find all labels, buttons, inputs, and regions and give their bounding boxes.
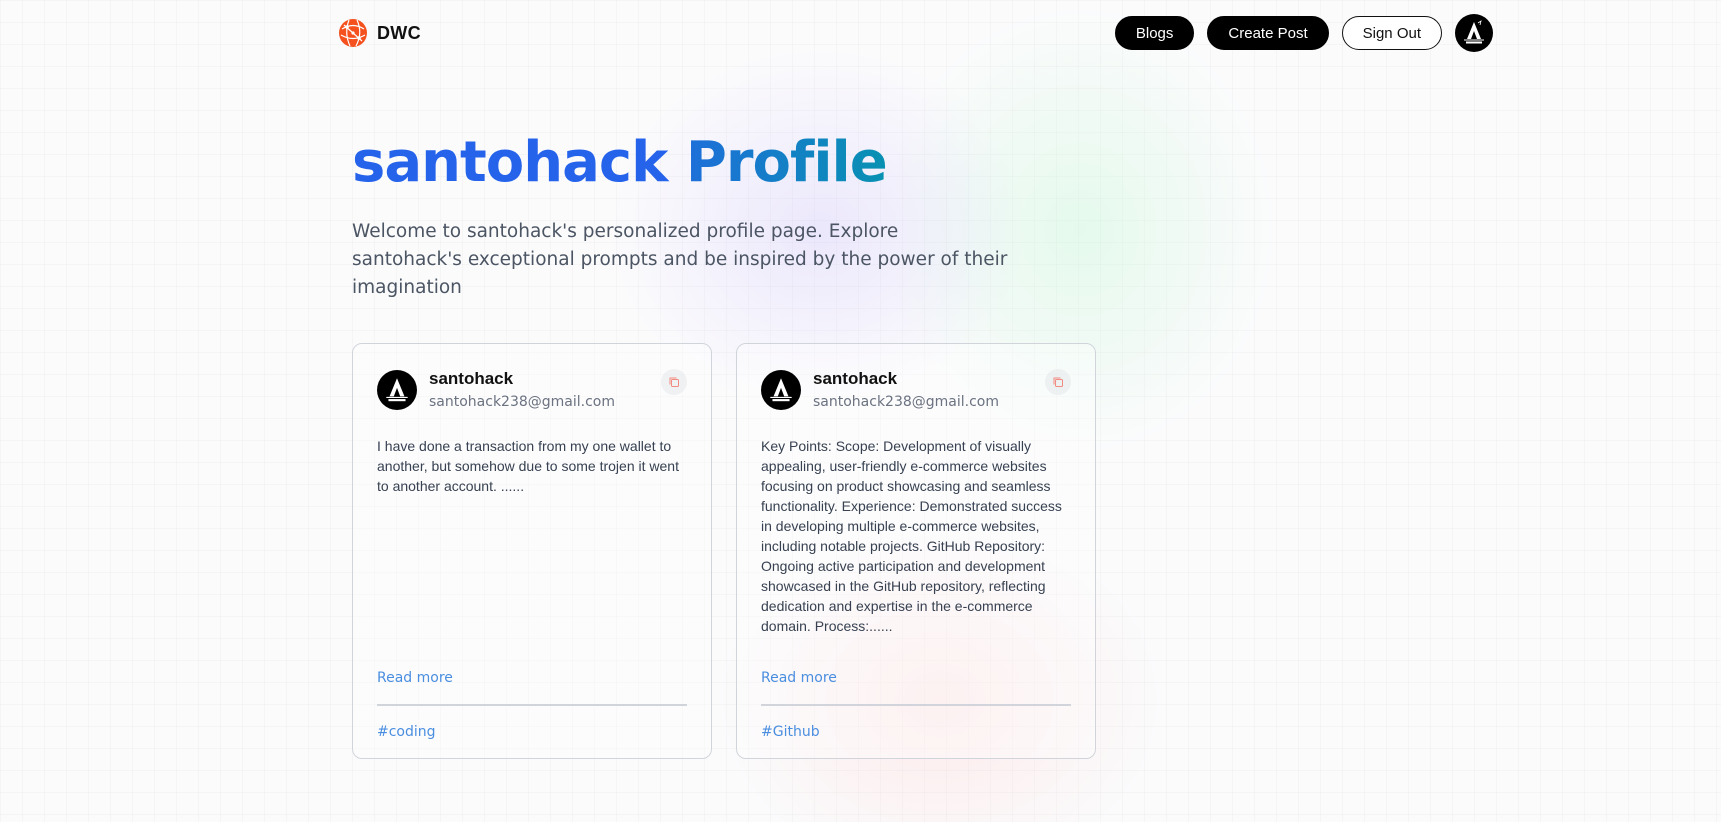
create-post-button[interactable]: Create Post <box>1207 16 1329 50</box>
top-navbar: DWC Blogs Create Post Sign Out <box>338 14 1493 52</box>
page-description: Welcome to santohack's personalized prof… <box>352 221 1008 298</box>
prompt-card-list: santohack santohack238@gmail.com I have … <box>352 343 1096 759</box>
prompt-tag[interactable]: #Github <box>761 724 820 740</box>
profile-page: DWC Blogs Create Post Sign Out santohack… <box>0 0 1721 822</box>
prompt-text: Key Points: Scope: Development of visual… <box>761 438 1062 634</box>
read-more-link[interactable]: Read more <box>377 670 453 686</box>
nav-actions: Blogs Create Post Sign Out <box>1114 14 1493 52</box>
card-divider <box>761 704 1071 706</box>
copy-icon <box>1053 377 1063 387</box>
author-username: santohack <box>429 369 514 388</box>
hacker-avatar-icon <box>1464 20 1484 44</box>
author-username: santohack <box>813 369 898 388</box>
blogs-button[interactable]: Blogs <box>1114 16 1195 50</box>
brand-link[interactable]: DWC <box>338 18 421 48</box>
card-divider <box>377 704 687 706</box>
copy-icon <box>669 377 679 387</box>
prompt-card: santohack santohack238@gmail.com I have … <box>352 343 712 759</box>
copy-button[interactable] <box>1045 369 1071 395</box>
author-email: santohack238@gmail.com <box>813 394 1000 410</box>
prompt-card: santohack santohack238@gmail.com Key Poi… <box>736 343 1096 759</box>
card-author[interactable]: santohack santohack238@gmail.com <box>377 369 687 410</box>
prompt-tag[interactable]: #coding <box>377 724 436 740</box>
copy-button[interactable] <box>661 369 687 395</box>
author-avatar <box>761 369 801 410</box>
author-info: santohack santohack238@gmail.com <box>429 369 615 410</box>
author-info: santohack santohack238@gmail.com <box>813 369 999 410</box>
profile-avatar[interactable] <box>1455 14 1493 52</box>
author-email: santohack238@gmail.com <box>429 394 616 410</box>
prompt-text: I have done a transaction from my one wa… <box>377 438 679 494</box>
brand-name: DWC <box>377 22 421 43</box>
page-title-profile: Profile <box>685 130 888 195</box>
sign-out-button[interactable]: Sign Out <box>1341 16 1442 50</box>
author-avatar <box>377 369 417 410</box>
globe-logo-icon <box>339 19 367 47</box>
read-more-link[interactable]: Read more <box>761 670 837 686</box>
page-title-username: santohack <box>352 130 668 195</box>
hacker-avatar-icon <box>386 377 408 401</box>
page-title: santohack Profile <box>352 130 888 195</box>
card-author[interactable]: santohack santohack238@gmail.com <box>761 369 1071 410</box>
hacker-avatar-icon <box>770 377 792 401</box>
